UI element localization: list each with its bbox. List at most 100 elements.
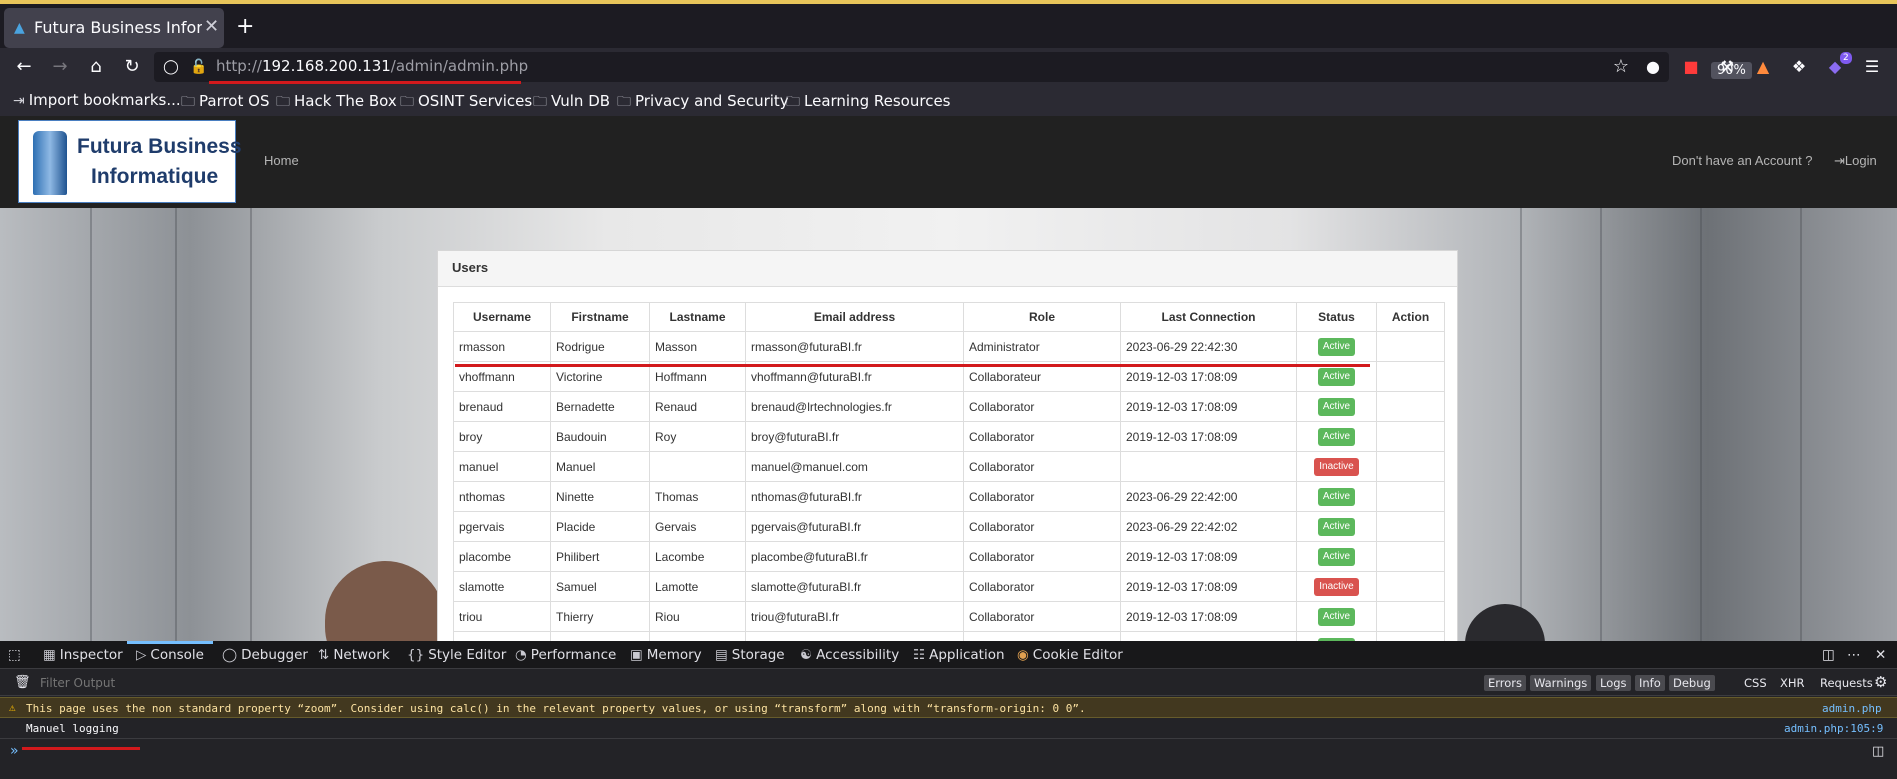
dock-toggle-icon[interactable]: ◫	[1822, 647, 1835, 663]
cookie-extension-icon[interactable]: ❖	[1787, 54, 1811, 80]
tab-application[interactable]: ☷ Application	[913, 647, 1005, 663]
shield-icon[interactable]: ◯	[158, 54, 184, 80]
cell-firstname: Manuel	[550, 451, 650, 482]
folder-icon: 🗀	[400, 94, 414, 110]
debugger-icon: ◯	[222, 647, 238, 663]
cell-action[interactable]	[1376, 331, 1445, 362]
inspector-icon: ▦	[43, 647, 56, 663]
tab-style-editor[interactable]: {} Style Editor	[407, 647, 506, 663]
cell-username: broy	[453, 421, 551, 452]
bookmark-osint-services[interactable]: 🗀 OSINT Services	[400, 91, 532, 115]
tab-cookie-editor[interactable]: ◉ Cookie Editor	[1017, 647, 1123, 663]
url-text[interactable]: http://192.168.200.131/admin/admin.php	[216, 57, 528, 75]
bookmark-learning-resources[interactable]: 🗀 Learning Resources	[786, 91, 951, 115]
cell-action[interactable]	[1376, 361, 1445, 392]
nav-register-link[interactable]: Don't have an Account ?	[1672, 153, 1813, 168]
cell-role: Collaborator	[963, 511, 1121, 542]
cell-action[interactable]	[1376, 541, 1445, 572]
more-options-icon[interactable]: ⋯	[1847, 647, 1861, 663]
insecure-lock-icon[interactable]: 🔓	[186, 54, 212, 80]
filter-output-input[interactable]	[40, 675, 440, 691]
settings-gear-icon[interactable]: ⚙	[1870, 672, 1891, 692]
cookie-icon: ◉	[1017, 647, 1029, 663]
cell-action[interactable]	[1376, 451, 1445, 482]
filter-warnings[interactable]: Warnings	[1530, 675, 1592, 691]
cell-status: Inactive	[1296, 451, 1377, 482]
filter-xhr[interactable]: XHR	[1776, 675, 1809, 691]
bookmark-import[interactable]: ⇥ Import bookmarks...	[13, 91, 181, 109]
nav-login-link[interactable]: ⇥Login	[1834, 153, 1877, 169]
forward-arrow-icon[interactable]: →	[47, 54, 73, 80]
cell-email: rmasson@futuraBI.fr	[745, 331, 964, 362]
folder-icon: 🗀	[533, 94, 547, 110]
warning-source-link[interactable]: admin.php	[1822, 702, 1882, 715]
tab-memory[interactable]: ▣ Memory	[630, 647, 702, 663]
bookmark-hack-the-box[interactable]: 🗀 Hack The Box	[276, 91, 397, 115]
cell-last: 2019-12-03 17:08:09	[1120, 601, 1297, 632]
table-row: triou Thierry Riou triou@futuraBI.fr Collabo…	[453, 601, 1445, 632]
cell-role: Financial approver	[963, 631, 1121, 641]
cell-action[interactable]	[1376, 571, 1445, 602]
cell-username: nthomas	[453, 481, 551, 512]
cell-action[interactable]	[1376, 421, 1445, 452]
tab-network[interactable]: ⇅ Network	[318, 647, 390, 663]
tab-debugger[interactable]: ◯ Debugger	[222, 647, 308, 663]
bookmark-star-icon[interactable]: ☆	[1608, 54, 1634, 80]
editor-mode-icon[interactable]: ◫	[1872, 744, 1884, 759]
status-badge: Active	[1317, 337, 1356, 356]
close-devtools-icon[interactable]: ✕	[1875, 647, 1886, 663]
url-bar[interactable]: ◯ 🔓 http://192.168.200.131/admin/admin.p…	[154, 52, 1752, 82]
reload-icon[interactable]: ↻	[119, 54, 145, 80]
element-picker-icon[interactable]: ⬚	[8, 647, 21, 663]
bookmark-vuln-db[interactable]: 🗀 Vuln DB	[533, 91, 610, 115]
site-logo[interactable]: Futura Business Informatique	[18, 120, 242, 203]
filter-errors[interactable]: Errors	[1484, 675, 1527, 691]
home-icon[interactable]: ⌂	[83, 54, 109, 80]
cell-status: Inactive	[1296, 571, 1377, 602]
filter-requests[interactable]: Requests	[1816, 675, 1877, 691]
cell-action[interactable]	[1376, 511, 1445, 542]
url-annotation-underline	[209, 81, 521, 84]
cell-action[interactable]	[1376, 481, 1445, 512]
cell-last: 2019-12-03 17:08:09	[1120, 631, 1297, 641]
back-arrow-icon[interactable]: ←	[11, 54, 37, 80]
filter-logs[interactable]: Logs	[1596, 675, 1631, 691]
tab-performance[interactable]: ◔ Performance	[515, 647, 616, 663]
browser-tab[interactable]: ▲ Futura Business Informat ✕	[4, 8, 224, 48]
filter-debug[interactable]: Debug	[1669, 675, 1715, 691]
filter-css[interactable]: CSS	[1740, 675, 1771, 691]
warning-icon: ⚠	[9, 701, 16, 714]
mask-extension-icon[interactable]: ●	[1641, 54, 1665, 80]
window-blind	[1700, 208, 1702, 641]
cell-last: 2023-06-29 22:42:02	[1120, 511, 1297, 542]
new-tab-button[interactable]: +	[236, 16, 254, 38]
status-badge: Inactive	[1314, 577, 1359, 596]
cell-action[interactable]	[1376, 391, 1445, 422]
console-prompt[interactable]: »	[10, 743, 19, 759]
close-tab-icon[interactable]: ✕	[204, 16, 219, 37]
import-icon: ⇥	[13, 93, 25, 109]
cell-action[interactable]	[1376, 631, 1445, 641]
console-filter-bar: 🗑 Errors Warnings Logs Info Debug CSS XH…	[0, 670, 1897, 696]
status-badge: Inactive	[1314, 457, 1359, 476]
trash-icon[interactable]: 🗑	[10, 674, 35, 691]
tab-inspector[interactable]: ▦ Inspector	[43, 647, 123, 663]
nav-home-link[interactable]: Home	[264, 153, 299, 168]
foxyproxy-icon[interactable]: ▲	[1751, 54, 1775, 80]
log-source-link[interactable]: admin.php:105:9	[1784, 722, 1883, 735]
filter-info[interactable]: Info	[1635, 675, 1665, 691]
log-annotation-underline	[22, 747, 140, 750]
bookmark-privacy-security[interactable]: 🗀 Privacy and Security	[617, 91, 789, 115]
network-icon: ⇅	[318, 647, 330, 663]
cell-action[interactable]	[1376, 601, 1445, 632]
tab-storage[interactable]: ▤ Storage	[715, 647, 785, 663]
ublock-extension-icon[interactable]: ■	[1679, 54, 1703, 80]
bookmark-parrot-os[interactable]: 🗀 Parrot OS	[181, 91, 269, 115]
wrench-icon[interactable]: ⚒	[1715, 54, 1739, 80]
tab-accessibility[interactable]: ☯ Accessibility	[800, 647, 899, 663]
cell-last: 2023-06-29 22:42:00	[1120, 481, 1297, 512]
tab-console[interactable]: ▷ Console	[136, 647, 204, 663]
menu-icon[interactable]: ☰	[1860, 54, 1884, 80]
users-table: Username Firstname Lastname Email addres…	[453, 302, 1445, 641]
performance-icon: ◔	[515, 647, 527, 663]
